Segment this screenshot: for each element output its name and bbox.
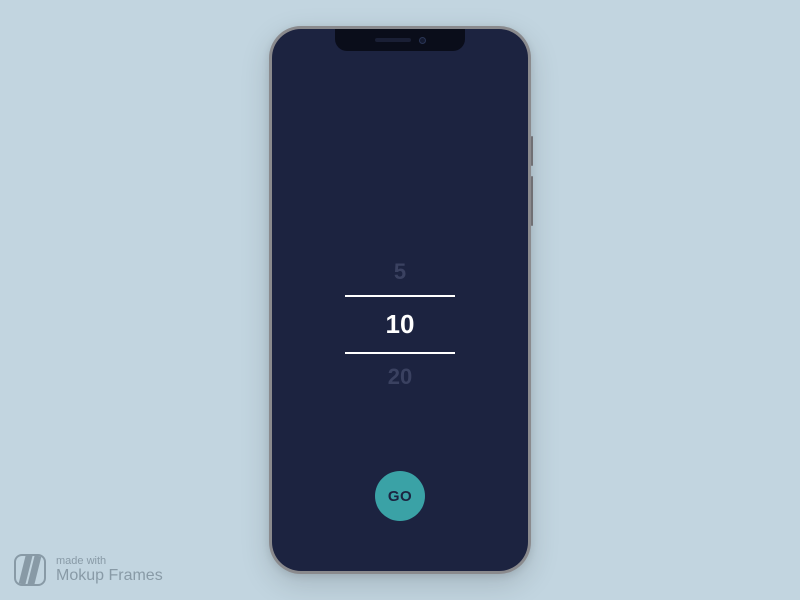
- mokup-frames-logo-icon: [14, 554, 46, 586]
- picker-option-prev[interactable]: 5: [345, 249, 455, 295]
- phone-screen: 5 10 20 GO: [272, 29, 528, 571]
- phone-side-button: [531, 176, 533, 226]
- phone-notch: [335, 29, 465, 51]
- phone-mockup-frame: 5 10 20 GO: [269, 26, 531, 574]
- picker-option-next[interactable]: 20: [345, 354, 455, 400]
- watermark: made with Mokup Frames: [14, 554, 163, 586]
- watermark-line1: made with: [56, 555, 163, 567]
- speaker-icon: [375, 38, 411, 42]
- watermark-line2: Mokup Frames: [56, 567, 163, 585]
- picker-option-selected[interactable]: 10: [345, 295, 455, 354]
- number-picker[interactable]: 5 10 20: [345, 249, 455, 400]
- watermark-text: made with Mokup Frames: [56, 555, 163, 585]
- phone-side-button: [531, 136, 533, 166]
- go-button[interactable]: GO: [375, 471, 425, 521]
- camera-icon: [419, 37, 426, 44]
